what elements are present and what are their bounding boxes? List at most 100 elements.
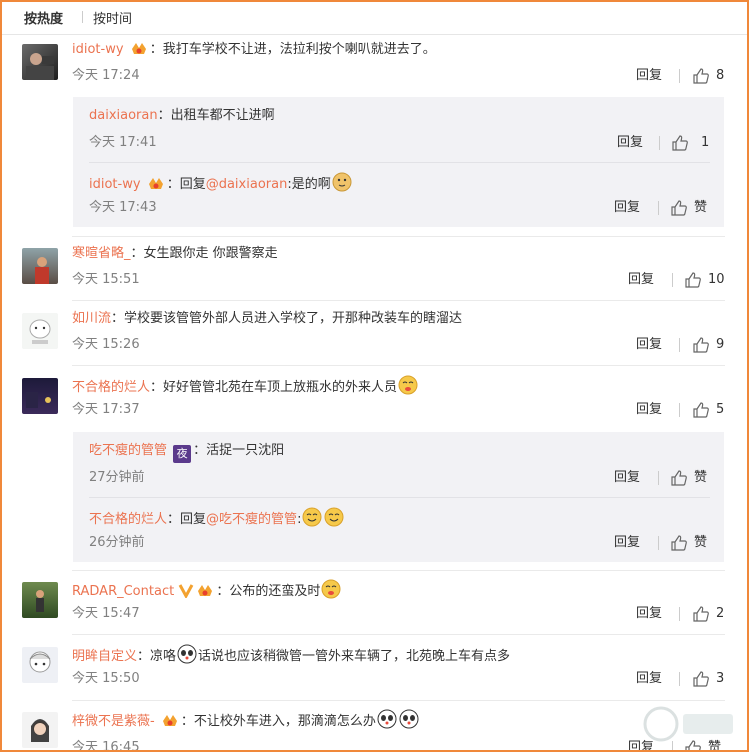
reply-button[interactable]: 回复: [614, 199, 640, 217]
drooling-emoji-icon: [397, 374, 419, 396]
vip-badge-icon: [161, 712, 179, 728]
thumbs-up-icon: [672, 135, 688, 151]
reply-button[interactable]: 回复: [636, 401, 662, 419]
username[interactable]: idiot-wy: [89, 177, 141, 192]
username[interactable]: 如川流: [72, 311, 111, 326]
comment-time: 今天 15:51: [72, 272, 140, 287]
username[interactable]: 不合格的烂人: [72, 380, 150, 395]
comment-time: 今天 17:37: [72, 402, 140, 417]
divider: [659, 136, 660, 150]
divider: [672, 273, 673, 287]
username[interactable]: 不合格的烂人: [89, 512, 167, 527]
tab-by-hot[interactable]: 按热度: [24, 8, 63, 27]
reply-time: 27分钟前: [89, 470, 145, 485]
reply-button[interactable]: 回复: [636, 605, 662, 623]
mention-link[interactable]: @吃不瘦的管管: [206, 512, 297, 527]
avatar[interactable]: [22, 378, 58, 414]
like-button[interactable]: 8: [692, 67, 724, 85]
reply-button[interactable]: 回复: [614, 469, 640, 487]
reply-button[interactable]: 回复: [636, 336, 662, 354]
comment-time: 今天 15:26: [72, 337, 140, 352]
comment-time: 今天 17:24: [72, 68, 140, 83]
comment-text: 不让校外车进入，那滴滴怎么办: [193, 714, 376, 729]
reply-button[interactable]: 回复: [636, 67, 662, 85]
tab-by-time[interactable]: 按时间: [93, 8, 132, 27]
like-count: 10: [708, 272, 725, 287]
avatar[interactable]: [22, 248, 58, 284]
thumbs-up-icon: [671, 535, 687, 551]
username[interactable]: RADAR_Contact: [72, 584, 174, 599]
avatar[interactable]: [22, 44, 58, 80]
like-label: 赞: [694, 535, 708, 550]
reply-button[interactable]: 回复: [636, 670, 662, 688]
thumbs-up-icon: [693, 337, 709, 353]
like-count: 9: [716, 337, 725, 352]
reply-list: daixiaoran：出租车都不让进啊 今天 17:41 回复 1 idiot-…: [73, 97, 724, 227]
reply-text: 活捉一只沈阳: [206, 443, 285, 458]
divider: [679, 69, 680, 83]
panda-emoji-icon: [176, 643, 198, 665]
comment-text: 好好管管北苑在车顶上放瓶水的外来人员: [163, 380, 398, 395]
reply-button[interactable]: 回复: [614, 534, 640, 552]
divider: [72, 570, 725, 571]
vip-badge-icon: [130, 40, 148, 56]
thumbs-up-icon: [671, 200, 687, 216]
divider: [72, 365, 725, 366]
divider: [658, 471, 659, 485]
comment-text: 女生跟你走 你跟警察走: [143, 246, 278, 261]
avatar[interactable]: [22, 712, 58, 748]
reply-time: 26分钟前: [89, 535, 145, 550]
reply-button[interactable]: 回复: [617, 134, 643, 152]
thumbs-up-icon: [671, 470, 687, 486]
like-button[interactable]: 10: [684, 271, 725, 289]
reply-text: :是的啊: [287, 177, 331, 192]
comment-time: 今天 15:50: [72, 671, 140, 686]
divider: [679, 403, 680, 417]
vip-badge-icon: [147, 175, 165, 191]
doge-emoji-icon: [331, 171, 353, 193]
thumbs-up-icon: [693, 402, 709, 418]
username[interactable]: idiot-wy: [72, 42, 124, 57]
divider: [679, 338, 680, 352]
divider: [679, 607, 680, 621]
username[interactable]: 吃不瘦的管管: [89, 443, 167, 458]
mention-link[interactable]: @daixiaoran: [206, 177, 288, 192]
reply-text: 出租车都不让进啊: [170, 108, 275, 123]
reply-button[interactable]: 回复: [628, 271, 654, 289]
avatar[interactable]: [22, 313, 58, 349]
like-button[interactable]: 赞: [670, 199, 707, 217]
like-button[interactable]: 2: [692, 605, 724, 623]
thumbs-up-icon: [685, 272, 701, 288]
like-count: 1: [701, 135, 710, 150]
username[interactable]: 梓微不是紫薇-: [72, 714, 155, 729]
watermark-logo: [639, 704, 739, 744]
like-button[interactable]: 5: [692, 401, 724, 419]
divider: [89, 497, 710, 498]
comment-text: 凉咯: [150, 649, 177, 664]
divider: [72, 700, 725, 701]
avatar[interactable]: [22, 582, 58, 618]
avatar[interactable]: [22, 647, 58, 683]
divider: [72, 300, 725, 301]
divider: [72, 634, 725, 635]
username[interactable]: 寒暄省略_: [72, 246, 131, 261]
like-count: 5: [716, 402, 725, 417]
like-button[interactable]: 赞: [670, 469, 707, 487]
vip-badge-icon: [196, 582, 214, 598]
comment-time: 今天 15:47: [72, 606, 140, 621]
comment-text: 学校要该管管外部人员进入学校了，开那种改装车的瞎溜达: [124, 311, 463, 326]
sort-tabs: 按热度 按时间: [2, 2, 747, 35]
like-button[interactable]: 9: [692, 336, 724, 354]
divider: [679, 672, 680, 686]
like-button[interactable]: 1: [671, 134, 709, 152]
thumbs-up-icon: [693, 671, 709, 687]
smile-emoji-icon: [301, 506, 323, 528]
panda-emoji-icon: [398, 708, 420, 730]
divider: [658, 201, 659, 215]
thumbs-up-icon: [693, 606, 709, 622]
tab-divider: [82, 11, 83, 23]
username[interactable]: 明眸自定义: [72, 649, 137, 664]
like-button[interactable]: 赞: [670, 534, 707, 552]
username[interactable]: daixiaoran: [89, 108, 158, 123]
like-button[interactable]: 3: [692, 670, 724, 688]
